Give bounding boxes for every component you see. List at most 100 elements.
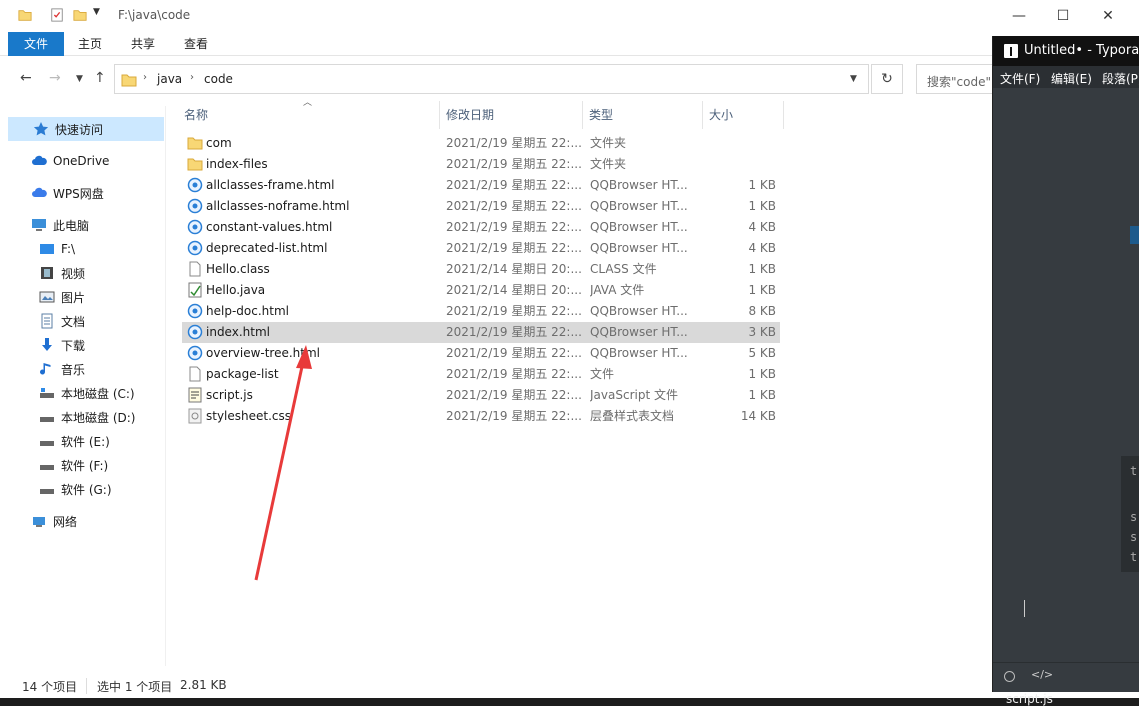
- sidebar-item-wps[interactable]: WPS网盘: [31, 181, 104, 205]
- file-row[interactable]: allclasses-frame.html 2021/2/19 星期五 22:..…: [182, 175, 780, 196]
- address-bar[interactable]: › java › code ▼: [114, 64, 869, 94]
- minimize-button[interactable]: —: [996, 0, 1042, 32]
- address-history-chevron-icon[interactable]: ▼: [850, 74, 857, 84]
- sidebar-item-drive-g[interactable]: 软件 (G:): [39, 477, 112, 501]
- file-date: 2021/2/19 星期五 22:...: [446, 367, 582, 381]
- selected-count: 选中 1 个项目: [97, 680, 173, 694]
- chevron-right-icon[interactable]: ›: [143, 72, 147, 83]
- source-code-icon[interactable]: </>: [1031, 668, 1053, 681]
- column-header-date[interactable]: 修改日期: [440, 101, 583, 129]
- properties-icon[interactable]: [50, 8, 64, 22]
- up-arrow-icon[interactable]: ↑: [94, 70, 106, 86]
- file-row[interactable]: script.js 2021/2/19 星期五 22:... JavaScript …: [182, 385, 780, 406]
- sidebar-item-drive-c[interactable]: 本地磁盘 (C:): [39, 381, 135, 405]
- menu-file[interactable]: 文件(F): [1000, 70, 1040, 87]
- browser-icon: [187, 198, 203, 214]
- file-row[interactable]: help-doc.html 2021/2/19 星期五 22:... QQBrows…: [182, 301, 780, 322]
- new-folder-icon[interactable]: [73, 8, 87, 22]
- file-name: help-doc.html: [206, 304, 289, 318]
- sidebar-item-label: 视频: [61, 266, 86, 281]
- status-bar: 14 个项目 选中 1 个项目 2.81 KB: [0, 674, 992, 698]
- network-icon: [33, 517, 45, 527]
- column-header-name[interactable]: 名称: [178, 101, 440, 129]
- file-name: deprecated-list.html: [206, 241, 328, 255]
- tab-share[interactable]: 共享: [118, 32, 168, 56]
- file-row[interactable]: com 2021/2/19 星期五 22:... 文件夹: [182, 133, 780, 154]
- menu-paragraph[interactable]: 段落(P): [1102, 70, 1139, 87]
- column-header-type[interactable]: 类型: [583, 101, 703, 129]
- back-arrow-icon[interactable]: ←: [20, 70, 32, 86]
- file-type: QQBrowser HT...: [590, 241, 688, 255]
- sidebar-item-f-root[interactable]: F:\: [39, 237, 75, 261]
- file-size: 1 KB: [748, 178, 776, 192]
- text-cursor[interactable]: [1024, 600, 1025, 617]
- sidebar-item-documents[interactable]: 文档: [39, 309, 85, 333]
- file-name: package-list: [206, 367, 279, 381]
- sidebar-item-this-pc[interactable]: 此电脑: [31, 213, 89, 237]
- recent-locations-chevron-icon[interactable]: ▼: [76, 74, 83, 84]
- sidebar-item-drive-e[interactable]: 软件 (E:): [39, 429, 110, 453]
- browser-icon: [187, 345, 203, 361]
- file-type: JavaScript 文件: [590, 388, 678, 402]
- file-type: QQBrowser HT...: [590, 199, 688, 213]
- breadcrumb-java[interactable]: java: [157, 72, 182, 86]
- chevron-right-icon[interactable]: ›: [190, 72, 194, 83]
- sidebar-item-pictures[interactable]: 图片: [39, 285, 85, 309]
- file-date: 2021/2/19 星期五 22:...: [446, 388, 582, 402]
- file-row[interactable]: index.html 2021/2/19 星期五 22:... QQBrowser …: [182, 322, 780, 343]
- disk-icon: [40, 465, 54, 470]
- file-date: 2021/2/14 星期日 20:...: [446, 283, 582, 297]
- browser-icon: [187, 240, 203, 256]
- sidebar-item-label: F:\: [61, 242, 76, 256]
- navigation-bar: ← → ▼ ↑ › java › code ▼ ↻ 搜索"code": [0, 62, 1139, 96]
- sidebar-item-label: 软件 (E:): [61, 434, 110, 449]
- customize-toolbar-chevron-icon[interactable]: ▼: [93, 7, 107, 21]
- file-row[interactable]: allclasses-noframe.html 2021/2/19 星期五 22:…: [182, 196, 780, 217]
- sidebar-item-downloads[interactable]: 下载: [39, 333, 85, 357]
- sidebar-item-drive-f[interactable]: 软件 (F:): [39, 453, 108, 477]
- sidebar-item-network[interactable]: 网络: [31, 509, 77, 533]
- typora-logo-icon: [1004, 44, 1018, 58]
- menu-edit[interactable]: 编辑(E): [1051, 70, 1092, 87]
- tab-file[interactable]: 文件: [8, 32, 64, 56]
- file-name: allclasses-noframe.html: [206, 199, 350, 213]
- sidebar-item-label: 软件 (F:): [61, 458, 109, 473]
- download-icon: [42, 338, 52, 351]
- file-row[interactable]: index-files 2021/2/19 星期五 22:... 文件夹: [182, 154, 780, 175]
- file-type: 文件: [590, 367, 615, 381]
- file-type: QQBrowser HT...: [590, 304, 688, 318]
- sidebar-item-music[interactable]: 音乐: [39, 357, 85, 381]
- breadcrumb-code[interactable]: code: [204, 72, 233, 86]
- file-size: 1 KB: [748, 367, 776, 381]
- video-icon: [41, 267, 53, 279]
- sidebar-item-quick-access[interactable]: 快速访问: [8, 117, 164, 141]
- taskbar-label: script.js: [1006, 692, 1053, 706]
- maximize-button[interactable]: ☐: [1040, 0, 1086, 32]
- file-row[interactable]: Hello.class 2021/2/14 星期日 20:... CLASS 文件 1…: [182, 259, 780, 280]
- sidebar-item-drive-d[interactable]: 本地磁盘 (D:): [39, 405, 135, 429]
- browser-icon: [187, 219, 203, 235]
- circle-icon[interactable]: [1004, 671, 1015, 682]
- file-date: 2021/2/19 星期五 22:...: [446, 157, 582, 171]
- tab-view[interactable]: 查看: [172, 32, 220, 56]
- forward-arrow-icon[interactable]: →: [49, 70, 61, 86]
- file-row[interactable]: Hello.java 2021/2/14 星期日 20:... JAVA 文件 1 K…: [182, 280, 780, 301]
- file-type: 文件夹: [590, 136, 627, 150]
- column-header-size[interactable]: 大小: [703, 101, 784, 129]
- file-size: [704, 154, 776, 175]
- browser-icon: [187, 177, 203, 193]
- folder-icon[interactable]: [18, 8, 32, 22]
- refresh-button[interactable]: ↻: [871, 64, 903, 94]
- sidebar-item-videos[interactable]: 视频: [39, 261, 85, 285]
- close-button[interactable]: ✕: [1085, 0, 1131, 32]
- file-name: stylesheet.css: [206, 409, 292, 423]
- file-explorer-window: ▼ F:\java\code — ☐ ✕ 文件 主页 共享 查看 ← → ▼ ↑…: [0, 0, 1139, 698]
- file-row[interactable]: deprecated-list.html 2021/2/19 星期五 22:...…: [182, 238, 780, 259]
- tab-home[interactable]: 主页: [66, 32, 114, 56]
- file-row[interactable]: stylesheet.css 2021/2/19 星期五 22:... 层叠样式表文…: [182, 406, 780, 427]
- file-row[interactable]: overview-tree.html 2021/2/19 星期五 22:... QQ…: [182, 343, 780, 364]
- sidebar-item-label: 音乐: [61, 362, 86, 377]
- file-row[interactable]: package-list 2021/2/19 星期五 22:... 文件 1 KB: [182, 364, 780, 385]
- file-row[interactable]: constant-values.html 2021/2/19 星期五 22:...…: [182, 217, 780, 238]
- sidebar-item-onedrive[interactable]: OneDrive: [31, 149, 109, 173]
